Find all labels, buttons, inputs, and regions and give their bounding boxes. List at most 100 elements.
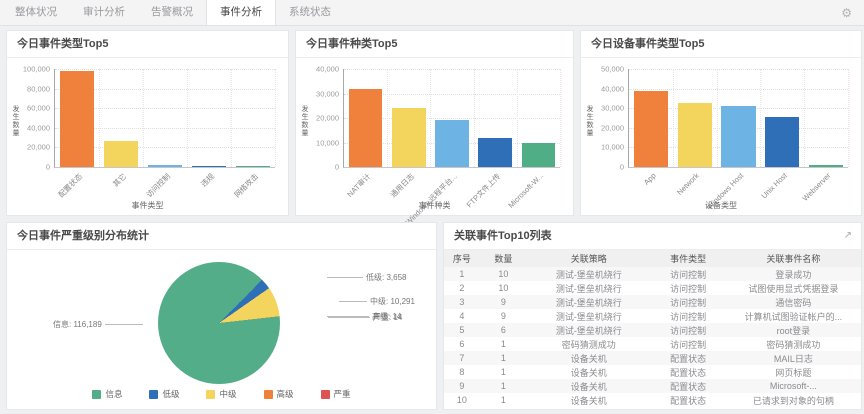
table-cell: 密码猜测成功 [726,337,861,351]
y-tick-label: 80,000 [6,84,50,93]
share-icon[interactable]: ↗ [844,223,852,249]
nav-tab[interactable]: 整体状况 [2,0,70,25]
legend-label: 严重 [334,388,351,400]
nav-tab[interactable]: 审计分析 [70,0,138,25]
y-tick-label: 0 [295,163,339,172]
gridline [187,69,188,167]
table-cell: 配置状态 [650,351,725,365]
bar[interactable] [522,143,556,168]
table-cell: 3 [444,295,480,309]
bar[interactable] [192,166,226,167]
table-cell: 9 [444,379,480,393]
bar[interactable] [765,117,799,167]
card-title: 今日事件严重级别分布统计 [7,223,436,250]
table-cell: 1 [480,379,528,393]
pie-label-info: 信息: 116,189 [53,319,143,330]
table-cell: 访问控制 [650,323,725,337]
bar[interactable] [678,103,712,167]
x-axis-label: Webserver [801,171,833,203]
pie-label-low: 低级: 3,658 [327,272,406,283]
column-header: 序号 [444,250,480,267]
y-tick-label: 30,000 [580,104,624,113]
nav-tab[interactable]: 系统状态 [276,0,344,25]
table-cell: 密码猜测成功 [527,337,650,351]
table-cell: Microsoft-... [726,379,861,393]
table-cell: 访问控制 [650,267,725,281]
nav-tab[interactable]: 告警概况 [138,0,206,25]
card-event-kind-top5: 今日事件种类Top5 发生数量 010,00020,00030,00040,00… [295,30,574,216]
table-cell: 4 [444,309,480,323]
table-cell: 7 [444,351,480,365]
bar[interactable] [392,108,426,167]
legend-item[interactable]: 中级 [206,388,236,400]
legend-item[interactable]: 严重 [321,388,351,400]
bar[interactable] [60,71,94,167]
legend-label: 中级 [219,388,236,400]
table-cell: root登录 [726,323,861,337]
x-axis-label: NAT审计 [345,171,374,200]
legend-label: 高级 [277,388,294,400]
bar[interactable] [809,165,843,167]
table-cell: 1 [480,337,528,351]
correlated-events-table: 序号数量关联策略事件类型关联事件名称 110测试-堡垒机绕行访问控制登录成功21… [444,250,861,409]
nav-tab[interactable]: 事件分析 [206,0,276,25]
bar[interactable] [721,106,755,167]
bar[interactable] [148,165,182,167]
column-header: 事件类型 [650,250,725,267]
legend-item[interactable]: 高级 [264,388,294,400]
gear-icon[interactable]: ⚙ [841,0,852,26]
y-tick-label: 60,000 [6,104,50,113]
y-tick-label: 10,000 [580,143,624,152]
table-title: 关联事件Top10列表 [454,230,552,242]
table-row: 101设备关机配置状态已请求到对象的句柄 [444,393,861,407]
bar[interactable] [634,91,668,167]
bar[interactable] [349,89,383,167]
y-tick-label: 0 [6,163,50,172]
gridline [344,69,560,70]
gridline [717,69,718,167]
table-cell: 设备关机 [527,393,650,407]
bar[interactable] [435,120,469,167]
x-axis-label: App [641,171,657,187]
bar[interactable] [104,141,138,167]
card-device-event-type-top5: 今日设备事件类型Top5 发生数量 010,00020,00030,00040,… [580,30,862,216]
x-axis-label: 配置状态 [56,171,85,200]
bar[interactable] [236,166,270,167]
y-tick-label: 0 [580,163,624,172]
plot-area: 010,00020,00030,00040,00050,000AppNetwor… [628,69,848,168]
x-axis-label: 访问控制 [144,171,173,200]
bar-chart-event-kind: 发生数量 010,00020,00030,00040,000NAT审计通用日志W… [296,58,573,215]
table-cell: 配置状态 [650,365,725,379]
table-cell: 1 [480,393,528,407]
x-axis-label: Unix Host [759,171,788,200]
y-tick-label: 20,000 [580,123,624,132]
y-tick-label: 40,000 [295,65,339,74]
gridline [474,69,475,167]
legend-item[interactable]: 信息 [92,388,122,400]
gridline [517,69,518,167]
pie-chart[interactable] [158,262,280,384]
table-cell: 8 [444,365,480,379]
table-cell: 10 [480,281,528,295]
table-cell: 测试-堡垒机绕行 [527,295,650,309]
x-axis-label: 其它 [110,171,128,189]
y-tick-label: 40,000 [580,84,624,93]
table-cell: 已请求到对象的句柄 [726,393,861,407]
table-cell: 测试-堡垒机绕行 [527,281,650,295]
column-header: 关联策略 [527,250,650,267]
x-axis-name: 事件种类 [296,200,573,211]
bar[interactable] [478,138,512,167]
table-cell: 访问控制 [650,295,725,309]
gridline [231,69,232,167]
card-correlated-events-top10: 关联事件Top10列表 ↗ 序号数量关联策略事件类型关联事件名称 110测试-堡… [443,222,862,410]
legend-item[interactable]: 低级 [149,388,179,400]
table-row: 110测试-堡垒机绕行访问控制登录成功 [444,267,861,281]
table-cell: 1 [444,267,480,281]
table-row: 56测试-堡垒机绕行访问控制root登录 [444,323,861,337]
x-axis-label: Network [675,171,701,197]
table-cell: 设备关机 [527,365,650,379]
gridline [99,69,100,167]
table-cell: 试图使用显式凭据登录 [726,281,861,295]
legend-label: 低级 [162,388,179,400]
card-title: 关联事件Top10列表 ↗ [444,223,861,250]
